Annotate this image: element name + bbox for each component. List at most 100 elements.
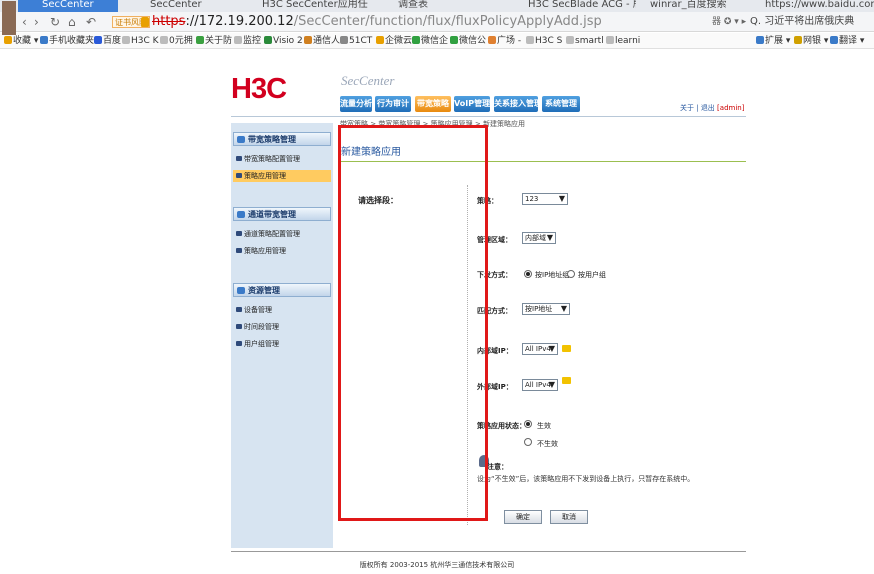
bookmark-item[interactable]: 微信企 [412, 35, 448, 47]
logout-link[interactable]: 退出 [701, 104, 715, 112]
document-icon [236, 156, 242, 161]
bookmark-item[interactable]: 通信人 [304, 35, 340, 47]
bookmark-item[interactable]: learni [606, 35, 640, 47]
reload-icon[interactable]: ↻ [50, 15, 60, 29]
bookmark-label: 百度 [103, 36, 122, 46]
document-icon [236, 341, 242, 346]
dispatch-by-user-radio[interactable] [567, 270, 575, 278]
extensions-menu[interactable]: 扩展 ▾ [756, 35, 790, 47]
ok-button[interactable]: 确定 [504, 510, 542, 524]
back-icon[interactable]: ‹ [22, 15, 27, 29]
policy-select[interactable]: 123 ▼ [522, 193, 568, 205]
dispatch-by-ip-label: 按IP地址组 [535, 271, 570, 279]
bookmark-item[interactable]: 监控 [234, 35, 261, 47]
browser-tab[interactable]: H3C SecBlade ACG - 版 [528, 0, 636, 12]
square-icon [488, 36, 496, 44]
status-active-radio[interactable] [524, 420, 532, 428]
nav-tab-traffic-analysis[interactable]: 流量分析 [340, 96, 372, 112]
sidebar-item-channel-apply[interactable]: 策略应用管理 [233, 245, 331, 257]
browser-tab[interactable]: winrar_百度搜索 [650, 0, 730, 12]
url-field[interactable]: https://172.19.200.12/SecCenter/function… [152, 14, 602, 30]
sidebar-item-label: 带宽策略配置管理 [244, 155, 300, 163]
dispatch-by-user-label: 按用户组 [578, 271, 606, 279]
sidebar-item-policy-apply[interactable]: 策略应用管理 [233, 170, 331, 182]
undo-close-icon[interactable]: ↶ [86, 15, 96, 29]
group-icon [237, 211, 245, 218]
about-link[interactable]: 关于 [680, 104, 694, 112]
page-icon [566, 36, 574, 44]
bookmark-item[interactable]: 0元拥 [160, 35, 193, 47]
note-title: 注意： [487, 463, 508, 471]
folder-icon[interactable] [562, 345, 571, 352]
bookmark-item[interactable]: 手机收藏夹 [40, 35, 94, 47]
user-avatar[interactable] [2, 1, 16, 35]
chevron-down-icon: ▼ [560, 304, 567, 313]
group-icon [237, 287, 245, 294]
bookmark-item[interactable]: smartl [566, 35, 604, 47]
status-inactive-radio[interactable] [524, 438, 532, 446]
zone-select-value: 内部域 [525, 234, 546, 242]
bookmark-item[interactable]: Visio 2 [264, 35, 303, 47]
bookmark-label: 手机收藏夹 [49, 36, 95, 46]
network-icon [304, 36, 312, 44]
bookmark-label: 通信人 [313, 36, 341, 46]
bookmark-item[interactable]: 收藏 ▾ [4, 35, 38, 47]
browser-tab[interactable]: SecCenter [18, 0, 118, 12]
bookmark-label: learni [615, 36, 641, 46]
sidebar-item-user-groups[interactable]: 用户组管理 [233, 338, 331, 350]
sidebar-item-channel-config[interactable]: 通道策略配置管理 [233, 228, 331, 240]
status-active-label: 生效 [537, 422, 551, 430]
folder-icon[interactable] [562, 377, 571, 384]
sidebar-group-resources[interactable]: 资源管理 [233, 283, 331, 297]
browser-tab[interactable]: 调查表 [398, 0, 458, 12]
sidebar-item-policy-config[interactable]: 带宽策略配置管理 [233, 153, 331, 165]
bookmark-item[interactable]: 关于防 [196, 35, 232, 47]
h3c-logo: H3C [231, 73, 287, 105]
forward-icon[interactable]: › [34, 15, 39, 29]
sidebar-item-time-ranges[interactable]: 时间段管理 [233, 321, 331, 333]
browser-tab[interactable]: SecCenter [150, 0, 220, 12]
bookmark-item[interactable]: 广场 - [488, 35, 521, 47]
bookmark-item[interactable]: 51CT [340, 35, 372, 47]
url-path: /SecCenter/function/flux/fluxPolicyApply… [293, 14, 602, 29]
sidebar-group-bandwidth-policy[interactable]: 带宽策略管理 [233, 132, 331, 146]
bookmark-label: 广场 - [497, 36, 522, 46]
bookmark-label: 监控 [243, 36, 262, 46]
nav-tab-voip[interactable]: VoIP管理 [454, 96, 490, 112]
bookmark-item[interactable]: 百度 [94, 35, 121, 47]
nav-tab-system[interactable]: 系统管理 [542, 96, 580, 112]
bookmark-item[interactable]: 微信公 [450, 35, 486, 47]
url-host: ://172.19.200.12 [185, 14, 294, 29]
cancel-button[interactable]: 取消 [550, 510, 588, 524]
page-icon [340, 36, 348, 44]
outer-ip-select[interactable]: All IPv4 ▼ [522, 379, 558, 391]
sidebar-item-devices[interactable]: 设备管理 [233, 304, 331, 316]
browser-tab[interactable]: https://www.baidu.com [765, 0, 874, 12]
match-select-value: 按IP地址 [525, 305, 553, 313]
outer-ip-select-value: All IPv4 [525, 381, 551, 389]
wechat-icon [412, 36, 420, 44]
nav-tab-bandwidth-policy[interactable]: 带宽策略 [415, 96, 451, 112]
chevron-down-icon: ▼ [548, 344, 555, 353]
zone-select[interactable]: 内部域 ▼ [522, 232, 556, 244]
sidebar-group-channel-bandwidth[interactable]: 通道带宽管理 [233, 207, 331, 221]
nav-tab-behavior-audit[interactable]: 行为审计 [375, 96, 411, 112]
bookmark-label: H3C K [131, 36, 159, 46]
search-input[interactable]: Q. 习近平将出席俄庆典 [750, 15, 874, 29]
bookmark-label: 微信公 [459, 36, 487, 46]
address-bar-icons[interactable]: 器 ✪ ▾ ▸ [712, 16, 746, 28]
inner-ip-select[interactable]: All IPv4 ▼ [522, 343, 558, 355]
browser-tab[interactable]: H3C SecCenter应用任务 [262, 0, 368, 12]
cloud-icon [376, 36, 384, 44]
dispatch-by-ip-radio[interactable] [524, 270, 532, 278]
match-select[interactable]: 按IP地址 ▼ [522, 303, 570, 315]
bookmark-item[interactable]: 企微云 [376, 35, 412, 47]
translate-menu[interactable]: 翻译 ▾ [830, 35, 864, 47]
bookmark-item[interactable]: H3C S [526, 35, 562, 47]
nav-tab-access-management[interactable]: 关系接入管理 [494, 96, 538, 112]
highlight-annotation [338, 125, 488, 521]
bookmark-item[interactable]: H3C K [122, 35, 159, 47]
home-icon[interactable]: ⌂ [68, 15, 76, 29]
online-banking-menu[interactable]: 网银 ▾ [794, 35, 828, 47]
visio-icon [264, 36, 272, 44]
